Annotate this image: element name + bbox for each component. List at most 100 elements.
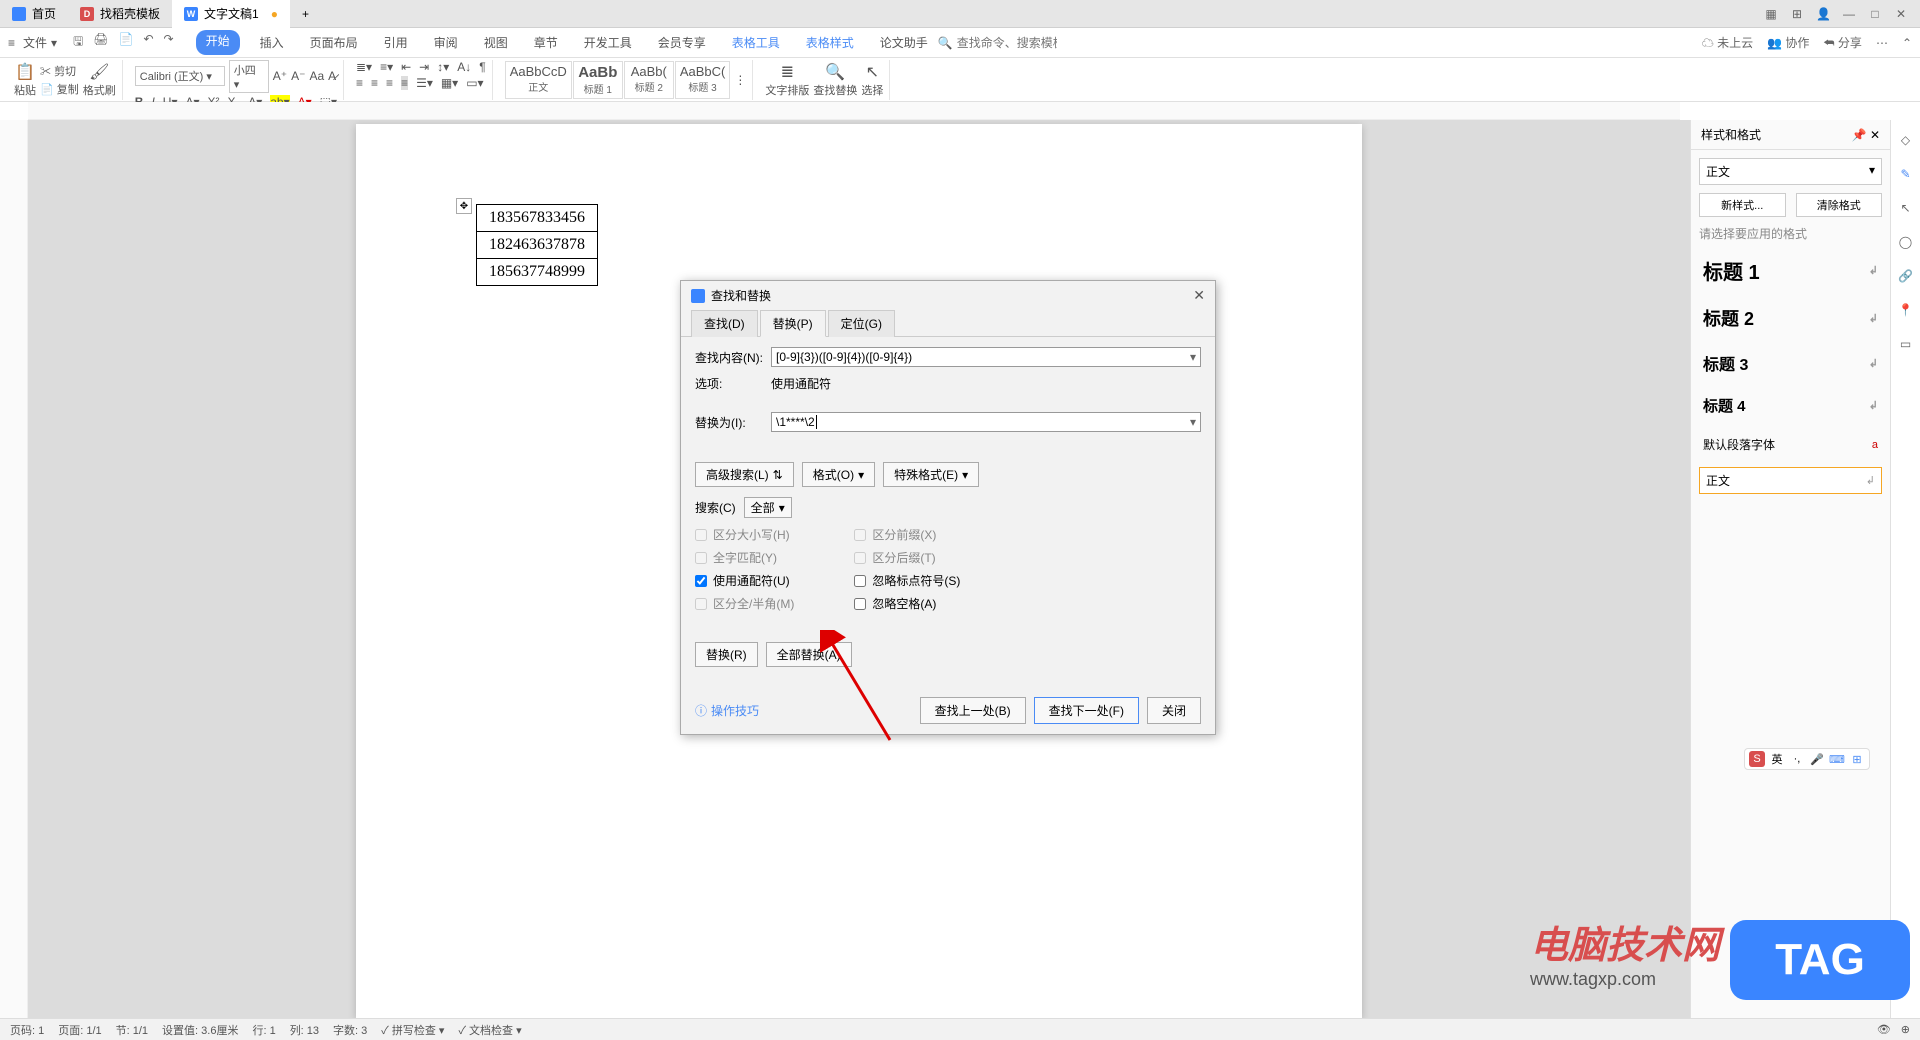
- hamburger-icon[interactable]: ≡: [8, 36, 15, 50]
- status-col[interactable]: 列: 13: [290, 1022, 319, 1038]
- format-button[interactable]: 格式(O) ▾: [802, 462, 875, 487]
- numbering-icon[interactable]: ≡▾: [380, 60, 393, 74]
- ruler-vertical[interactable]: [0, 120, 28, 1018]
- replace-button[interactable]: 替换(R): [695, 642, 758, 667]
- style-h3[interactable]: AaBbC(标题 3: [675, 61, 731, 99]
- style-h1[interactable]: AaBb标题 1: [573, 61, 623, 99]
- file-menu[interactable]: 文件▾: [23, 34, 57, 51]
- tool-shape[interactable]: ◯: [1896, 232, 1916, 252]
- view-mode-icon[interactable]: 👁: [1877, 1023, 1891, 1036]
- min-icon[interactable]: —: [1842, 7, 1856, 21]
- find-input[interactable]: [0-9]{3})([0-9]{4})([0-9]{4})▾: [771, 347, 1201, 367]
- copy-button[interactable]: 📄 复制: [40, 81, 79, 97]
- ime-punct-icon[interactable]: ·,: [1789, 751, 1805, 767]
- replace-all-button[interactable]: 全部替换(A): [766, 642, 852, 667]
- status-spellcheck[interactable]: ✓ 拼写检查 ▾: [381, 1022, 444, 1038]
- shrink-font-icon[interactable]: A⁻: [291, 69, 305, 83]
- zoom-value[interactable]: ⊕: [1901, 1023, 1910, 1036]
- style-default-font-entry[interactable]: 默认段落字体a: [1699, 430, 1882, 459]
- find-prev-button[interactable]: 查找上一处(B): [920, 697, 1026, 724]
- preview-icon[interactable]: 📄: [119, 32, 134, 53]
- tool-select[interactable]: ↖: [1896, 198, 1916, 218]
- tool-styles[interactable]: ✎: [1896, 164, 1916, 184]
- apps-icon[interactable]: ⊞: [1790, 7, 1804, 21]
- text-layout-button[interactable]: ≣文字排版: [765, 62, 809, 98]
- ime-bar[interactable]: S 英 ·, 🎤 ⌨ ⊞: [1744, 748, 1870, 770]
- print-icon[interactable]: 🖨: [93, 32, 108, 53]
- indent-dec-icon[interactable]: ⇤: [401, 60, 411, 74]
- font-size-combo[interactable]: 小四 ▾: [229, 60, 269, 93]
- bullets-icon[interactable]: ≣▾: [356, 60, 372, 74]
- close-icon[interactable]: ✕: [1894, 7, 1908, 21]
- style-normal-entry[interactable]: 正文↲: [1699, 467, 1882, 494]
- align-justify-icon[interactable]: ≡: [401, 76, 408, 90]
- grow-font-icon[interactable]: A⁺: [273, 69, 287, 83]
- tool-location[interactable]: 📍: [1896, 300, 1916, 320]
- sort-icon[interactable]: A↓: [457, 60, 471, 74]
- menutab-ref[interactable]: 引用: [378, 30, 414, 55]
- clear-format-button[interactable]: 清除格式: [1796, 193, 1883, 217]
- tool-ai[interactable]: ◇: [1896, 130, 1916, 150]
- max-icon[interactable]: □: [1868, 7, 1882, 21]
- check-ignore-punct[interactable]: 忽略标点符号(S): [854, 572, 960, 589]
- coop-button[interactable]: 👥 协作: [1767, 34, 1809, 51]
- user-icon[interactable]: 👤: [1816, 7, 1830, 21]
- advanced-search-button[interactable]: 高级搜索(L) ⇅: [695, 462, 794, 487]
- style-h3-entry[interactable]: 标题 3↲: [1699, 345, 1882, 381]
- tips-link[interactable]: ⓘ操作技巧: [695, 702, 759, 719]
- dialog-tab-replace[interactable]: 替换(P): [760, 310, 826, 337]
- ime-keyboard-icon[interactable]: ⌨: [1829, 751, 1845, 767]
- dialog-tab-goto[interactable]: 定位(G): [828, 310, 895, 337]
- panel-close-icon[interactable]: ✕: [1870, 128, 1880, 142]
- border-icon[interactable]: ▦▾: [441, 76, 458, 90]
- style-h2-entry[interactable]: 标题 2↲: [1699, 299, 1882, 337]
- ime-mic-icon[interactable]: 🎤: [1809, 751, 1825, 767]
- style-h1-entry[interactable]: 标题 1↲: [1699, 250, 1882, 291]
- align-left-icon[interactable]: ≡: [356, 76, 363, 90]
- replace-input[interactable]: \1****\2▾: [771, 412, 1201, 432]
- current-style-combo[interactable]: 正文▾: [1699, 158, 1882, 185]
- status-page[interactable]: 页码: 1: [10, 1022, 44, 1038]
- align-right-icon[interactable]: ≡: [386, 76, 393, 90]
- menutab-insert[interactable]: 插入: [254, 30, 290, 55]
- style-more-icon[interactable]: ⋮: [734, 73, 746, 87]
- indent-inc-icon[interactable]: ⇥: [419, 60, 429, 74]
- check-ignore-space[interactable]: 忽略空格(A): [854, 595, 960, 612]
- pin-icon[interactable]: 📌: [1852, 128, 1867, 142]
- table-move-handle[interactable]: ✥: [456, 198, 472, 214]
- menutab-review[interactable]: 审阅: [428, 30, 464, 55]
- line-spacing-icon[interactable]: ↕▾: [437, 60, 449, 74]
- tool-layout[interactable]: ▭: [1896, 334, 1916, 354]
- cut-button[interactable]: ✂ 剪切: [40, 63, 79, 79]
- menutab-chapter[interactable]: 章节: [528, 30, 564, 55]
- change-case-icon[interactable]: Aa: [309, 69, 324, 83]
- menutab-start[interactable]: 开始: [196, 30, 240, 55]
- find-replace-button[interactable]: 🔍查找替换: [813, 62, 857, 98]
- status-wordcount[interactable]: 字数: 3: [333, 1022, 367, 1038]
- status-doccheck[interactable]: ✓ 文档检查 ▾: [458, 1022, 521, 1038]
- align-center-icon[interactable]: ≡: [371, 76, 378, 90]
- style-h4-entry[interactable]: 标题 4↲: [1699, 389, 1882, 422]
- paste-button[interactable]: 📋粘贴: [14, 62, 36, 98]
- select-button[interactable]: ↖选择: [861, 62, 883, 98]
- tool-link[interactable]: 🔗: [1896, 266, 1916, 286]
- share-button[interactable]: ⮪ 分享: [1823, 34, 1862, 51]
- menutab-view[interactable]: 视图: [478, 30, 514, 55]
- more-icon[interactable]: ⋯: [1876, 36, 1888, 50]
- font-name-combo[interactable]: Calibri (正文) ▾: [135, 66, 225, 86]
- menutab-layout[interactable]: 页面布局: [304, 30, 364, 55]
- grid-icon[interactable]: ▦: [1764, 7, 1778, 21]
- save-icon[interactable]: 🖫: [73, 32, 83, 53]
- menutab-paper[interactable]: 论文助手: [874, 30, 934, 55]
- status-section[interactable]: 节: 1/1: [116, 1022, 148, 1038]
- tab-template[interactable]: D找稻壳模板: [68, 0, 172, 28]
- dialog-tab-find[interactable]: 查找(D): [691, 310, 758, 337]
- undo-icon[interactable]: ↶: [143, 32, 153, 53]
- status-pages[interactable]: 页面: 1/1: [58, 1022, 101, 1038]
- clear-format-icon[interactable]: A̷: [328, 69, 336, 83]
- find-next-button[interactable]: 查找下一处(F): [1034, 697, 1139, 724]
- chevron-down-icon[interactable]: ▾: [1190, 415, 1196, 429]
- ime-lang[interactable]: 英: [1769, 751, 1785, 767]
- status-line[interactable]: 行: 1: [252, 1022, 275, 1038]
- tab-home[interactable]: 首页: [0, 0, 68, 28]
